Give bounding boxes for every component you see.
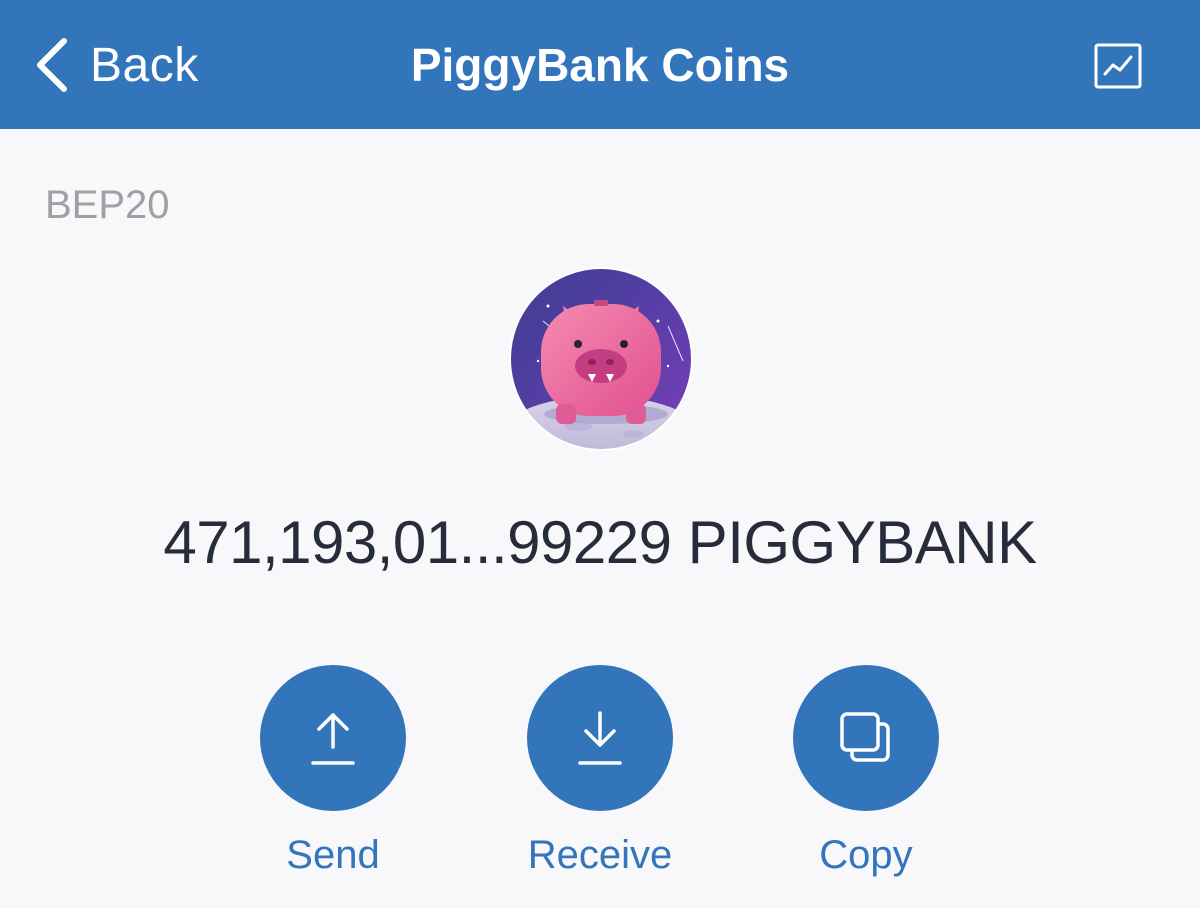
piggybank-logo xyxy=(508,266,694,452)
download-arrow-icon xyxy=(576,709,624,767)
back-button[interactable]: Back xyxy=(34,30,199,100)
upload-arrow-icon xyxy=(309,709,357,767)
send-label: Send xyxy=(286,833,380,877)
receive-label: Receive xyxy=(527,833,673,877)
copy-circle[interactable] xyxy=(793,665,939,811)
chevron-left-icon xyxy=(34,37,68,93)
back-label: Back xyxy=(90,38,199,92)
receive-button[interactable]: Receive xyxy=(500,665,700,878)
price-chart-button[interactable] xyxy=(1094,43,1142,89)
receive-circle[interactable] xyxy=(527,665,673,811)
top-navigation-bar: Back PiggyBank Coins xyxy=(0,0,1200,129)
token-balance: 471,193,01...99229 PIGGYBANK xyxy=(163,509,1037,576)
copy-label: Copy xyxy=(819,833,913,877)
line-chart-icon xyxy=(1094,43,1142,89)
copy-icon xyxy=(836,708,896,768)
send-button[interactable]: Send xyxy=(233,665,433,878)
send-circle[interactable] xyxy=(260,665,406,811)
network-label: BEP20 xyxy=(45,183,170,227)
copy-button[interactable]: Copy xyxy=(766,665,966,878)
